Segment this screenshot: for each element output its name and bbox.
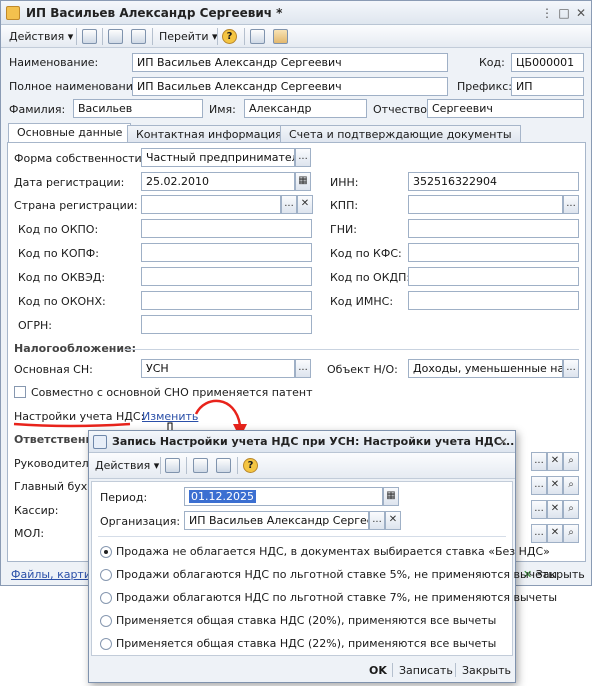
organization-label: Организация: bbox=[100, 515, 181, 528]
dropdown-arrow-icon: ▾ bbox=[153, 459, 160, 472]
ok-button[interactable]: OK bbox=[369, 664, 387, 677]
vat-settings-dialog: Запись Настройки учета НДС при УСН: Наст… bbox=[88, 430, 557, 683]
post-and-close-icon[interactable] bbox=[165, 458, 180, 473]
dialog-close-button[interactable]: Закрыть bbox=[462, 664, 511, 677]
dialog-body: Период: 01.12.2025 ▦ Организация: ИП Вас… bbox=[91, 481, 557, 656]
period-value: 01.12.2025 bbox=[189, 490, 256, 503]
footer-separator bbox=[392, 663, 393, 677]
toolbar-separator bbox=[237, 457, 238, 474]
annotation-underline bbox=[13, 422, 131, 428]
dialog-footer: OK Записать Закрыть bbox=[89, 658, 515, 682]
dialog-title-bar: Запись Настройки учета НДС при УСН: Наст… bbox=[89, 431, 515, 453]
save-button[interactable]: Записать bbox=[399, 664, 453, 677]
vat-option-radio-4[interactable] bbox=[100, 638, 112, 650]
refresh-icon[interactable] bbox=[193, 458, 208, 473]
footer-separator bbox=[455, 663, 456, 677]
vat-option-label-2: Продажи облагаются НДС по льготной ставк… bbox=[116, 591, 558, 604]
vat-option-radio-2[interactable] bbox=[100, 592, 112, 604]
vat-option-label-4: Применяется общая ставка НДС (22%), прим… bbox=[116, 637, 497, 650]
divider bbox=[98, 536, 506, 537]
vat-option-label-1: Продажи облагаются НДС по льготной ставк… bbox=[116, 568, 558, 581]
toolbar-separator bbox=[160, 457, 161, 474]
calendar-icon[interactable]: ▦ bbox=[383, 487, 399, 506]
annotation-arrow bbox=[194, 399, 242, 426]
vat-option-radio-0[interactable] bbox=[100, 546, 112, 558]
dialog-close-icon[interactable]: ✕ bbox=[496, 435, 510, 449]
toolbar-separator bbox=[186, 457, 187, 474]
dialog-actions-menu[interactable]: Действия ▾ bbox=[95, 459, 159, 472]
period-field[interactable]: 01.12.2025 bbox=[184, 487, 383, 506]
organization-field[interactable]: ИП Васильев Александр Сергееви bbox=[184, 511, 369, 530]
organization-select-button[interactable]: ... bbox=[369, 511, 385, 530]
dialog-title: Запись Настройки учета НДС при УСН: Наст… bbox=[112, 435, 515, 448]
organization-clear-icon[interactable]: ✕ bbox=[385, 511, 401, 530]
help-icon[interactable]: ? bbox=[243, 458, 258, 473]
vat-option-label-3: Применяется общая ставка НДС (20%), прим… bbox=[116, 614, 497, 627]
vat-option-label-0: Продажа не облагается НДС, в документах … bbox=[116, 545, 550, 558]
period-label: Период: bbox=[100, 491, 148, 504]
vat-option-radio-3[interactable] bbox=[100, 615, 112, 627]
copy-icon[interactable] bbox=[216, 458, 231, 473]
vat-option-radio-1[interactable] bbox=[100, 569, 112, 581]
dialog-icon bbox=[93, 435, 107, 449]
dialog-toolbar: Действия ▾ ? bbox=[89, 453, 515, 479]
